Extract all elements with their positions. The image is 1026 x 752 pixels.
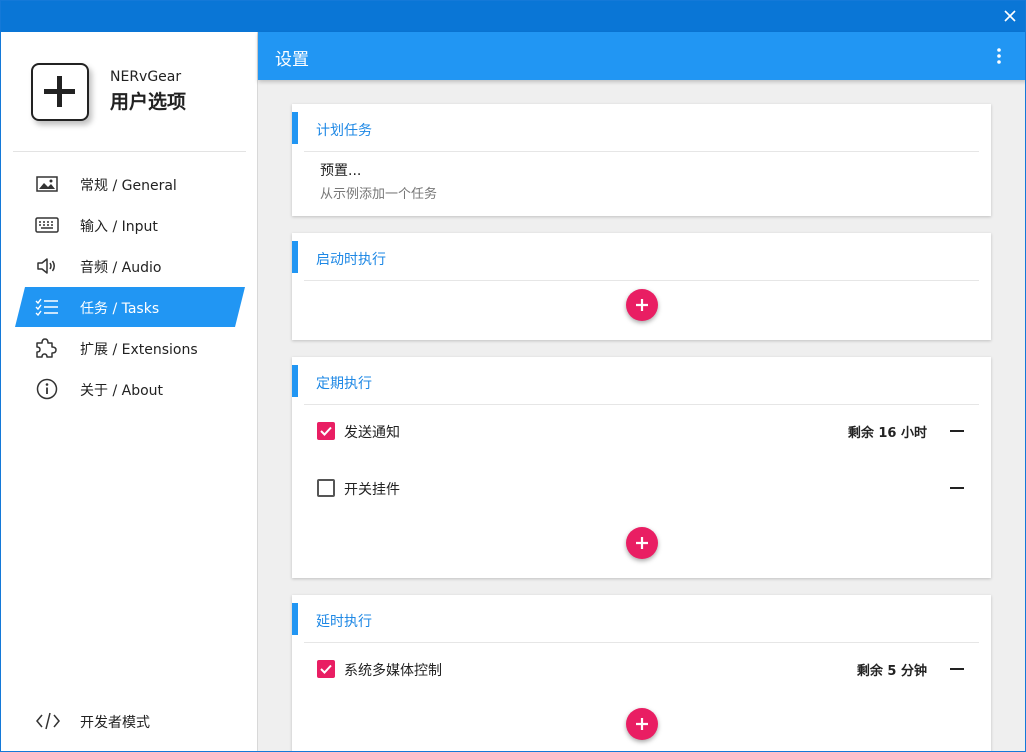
task-checkbox[interactable] <box>317 660 335 678</box>
card-divider <box>304 642 979 643</box>
task-checkbox[interactable] <box>317 422 335 440</box>
sidebar-item-tasks[interactable]: 任务 / Tasks <box>15 287 245 327</box>
sidebar-item-about[interactable]: 关于 / About <box>15 369 245 409</box>
app-bar: 设置 <box>258 32 1025 80</box>
task-row: 发送通知 剩余 16 小时 <box>292 411 991 451</box>
task-checkbox[interactable] <box>317 479 335 497</box>
speaker-icon <box>35 256 59 276</box>
plus-icon <box>636 718 648 730</box>
card-title: 启动时执行 <box>316 252 386 268</box>
app-window: NERvGear 用户选项 常规 / General 输入 / Input 音频… <box>0 0 1026 752</box>
sidebar-item-label: 输入 / Input <box>80 219 158 235</box>
preset-title[interactable]: 预置... <box>320 160 361 180</box>
card-accent <box>292 365 298 397</box>
more-button[interactable] <box>989 46 1009 66</box>
card-title: 延时执行 <box>316 614 372 630</box>
task-label: 系统多媒体控制 <box>344 663 442 679</box>
card-divider <box>304 151 979 152</box>
main-content: 设置 计划任务 预置... 从示例添加一个任务 启动时执行 定期执行 发送通知 … <box>258 32 1025 751</box>
task-remaining: 剩余 5 分钟 <box>856 664 927 679</box>
add-startup-task-button[interactable] <box>626 289 658 321</box>
more-vert-icon <box>997 48 1001 64</box>
sidebar-item-general[interactable]: 常规 / General <box>15 164 245 204</box>
card-divider <box>304 280 979 281</box>
dev-mode-label: 开发者模式 <box>80 715 150 731</box>
sidebar-item-label: 扩展 / Extensions <box>80 342 198 358</box>
sidebar-item-label: 音频 / Audio <box>80 260 162 276</box>
info-icon <box>35 378 59 400</box>
sidebar-item-label: 常规 / General <box>80 178 177 194</box>
remove-task-button[interactable] <box>949 480 965 496</box>
card-header: 定期执行 <box>292 365 991 397</box>
card-header: 计划任务 <box>292 112 991 144</box>
plus-icon <box>636 537 648 549</box>
sidebar-item-label: 任务 / Tasks <box>80 301 160 317</box>
sidebar-item-input[interactable]: 输入 / Input <box>15 205 245 245</box>
image-icon <box>35 174 59 194</box>
add-periodic-task-button[interactable] <box>626 527 658 559</box>
card-scheduled-tasks: 计划任务 预置... 从示例添加一个任务 <box>292 104 991 216</box>
task-label: 开关挂件 <box>344 482 400 498</box>
card-divider <box>304 404 979 405</box>
preset-subtitle: 从示例添加一个任务 <box>320 187 438 202</box>
task-label: 发送通知 <box>344 425 400 441</box>
plus-icon <box>636 299 648 311</box>
remove-task-button[interactable] <box>949 423 965 439</box>
card-header: 延时执行 <box>292 603 991 635</box>
app-subtitle: 用户选项 <box>110 91 187 113</box>
title-bar <box>1 1 1025 32</box>
app-logo <box>31 63 89 121</box>
sidebar: NERvGear 用户选项 常规 / General 输入 / Input 音频… <box>1 32 258 751</box>
app-name: NERvGear <box>110 69 182 85</box>
check-icon <box>320 426 332 436</box>
keyboard-icon <box>35 215 59 235</box>
card-startup: 启动时执行 <box>292 233 991 340</box>
task-remaining: 剩余 16 小时 <box>847 426 927 441</box>
puzzle-icon <box>35 338 59 358</box>
check-icon <box>320 664 332 674</box>
add-delayed-task-button[interactable] <box>626 708 658 740</box>
card-title: 定期执行 <box>316 376 372 392</box>
card-periodic: 定期执行 发送通知 剩余 16 小时 开关挂件 <box>292 357 991 578</box>
code-icon <box>35 711 61 735</box>
sidebar-item-audio[interactable]: 音频 / Audio <box>15 246 245 286</box>
card-header: 启动时执行 <box>292 241 991 273</box>
close-icon <box>1004 10 1016 22</box>
card-accent <box>292 241 298 273</box>
page-title: 设置 <box>275 50 309 70</box>
close-button[interactable] <box>999 5 1021 27</box>
sidebar-item-label: 关于 / About <box>80 383 164 399</box>
remove-task-button[interactable] <box>949 661 965 677</box>
task-row: 开关挂件 <box>292 468 991 508</box>
checklist-icon <box>35 297 59 317</box>
sidebar-item-extensions[interactable]: 扩展 / Extensions <box>15 328 245 368</box>
card-accent <box>292 603 298 635</box>
sidebar-divider <box>13 151 246 152</box>
card-accent <box>292 112 298 144</box>
task-row: 系统多媒体控制 剩余 5 分钟 <box>292 649 991 689</box>
dev-mode-button[interactable]: 开发者模式 <box>15 701 245 741</box>
card-delayed: 延时执行 系统多媒体控制 剩余 5 分钟 <box>292 595 991 751</box>
plus-logo-icon <box>44 76 75 107</box>
card-title: 计划任务 <box>316 123 372 139</box>
